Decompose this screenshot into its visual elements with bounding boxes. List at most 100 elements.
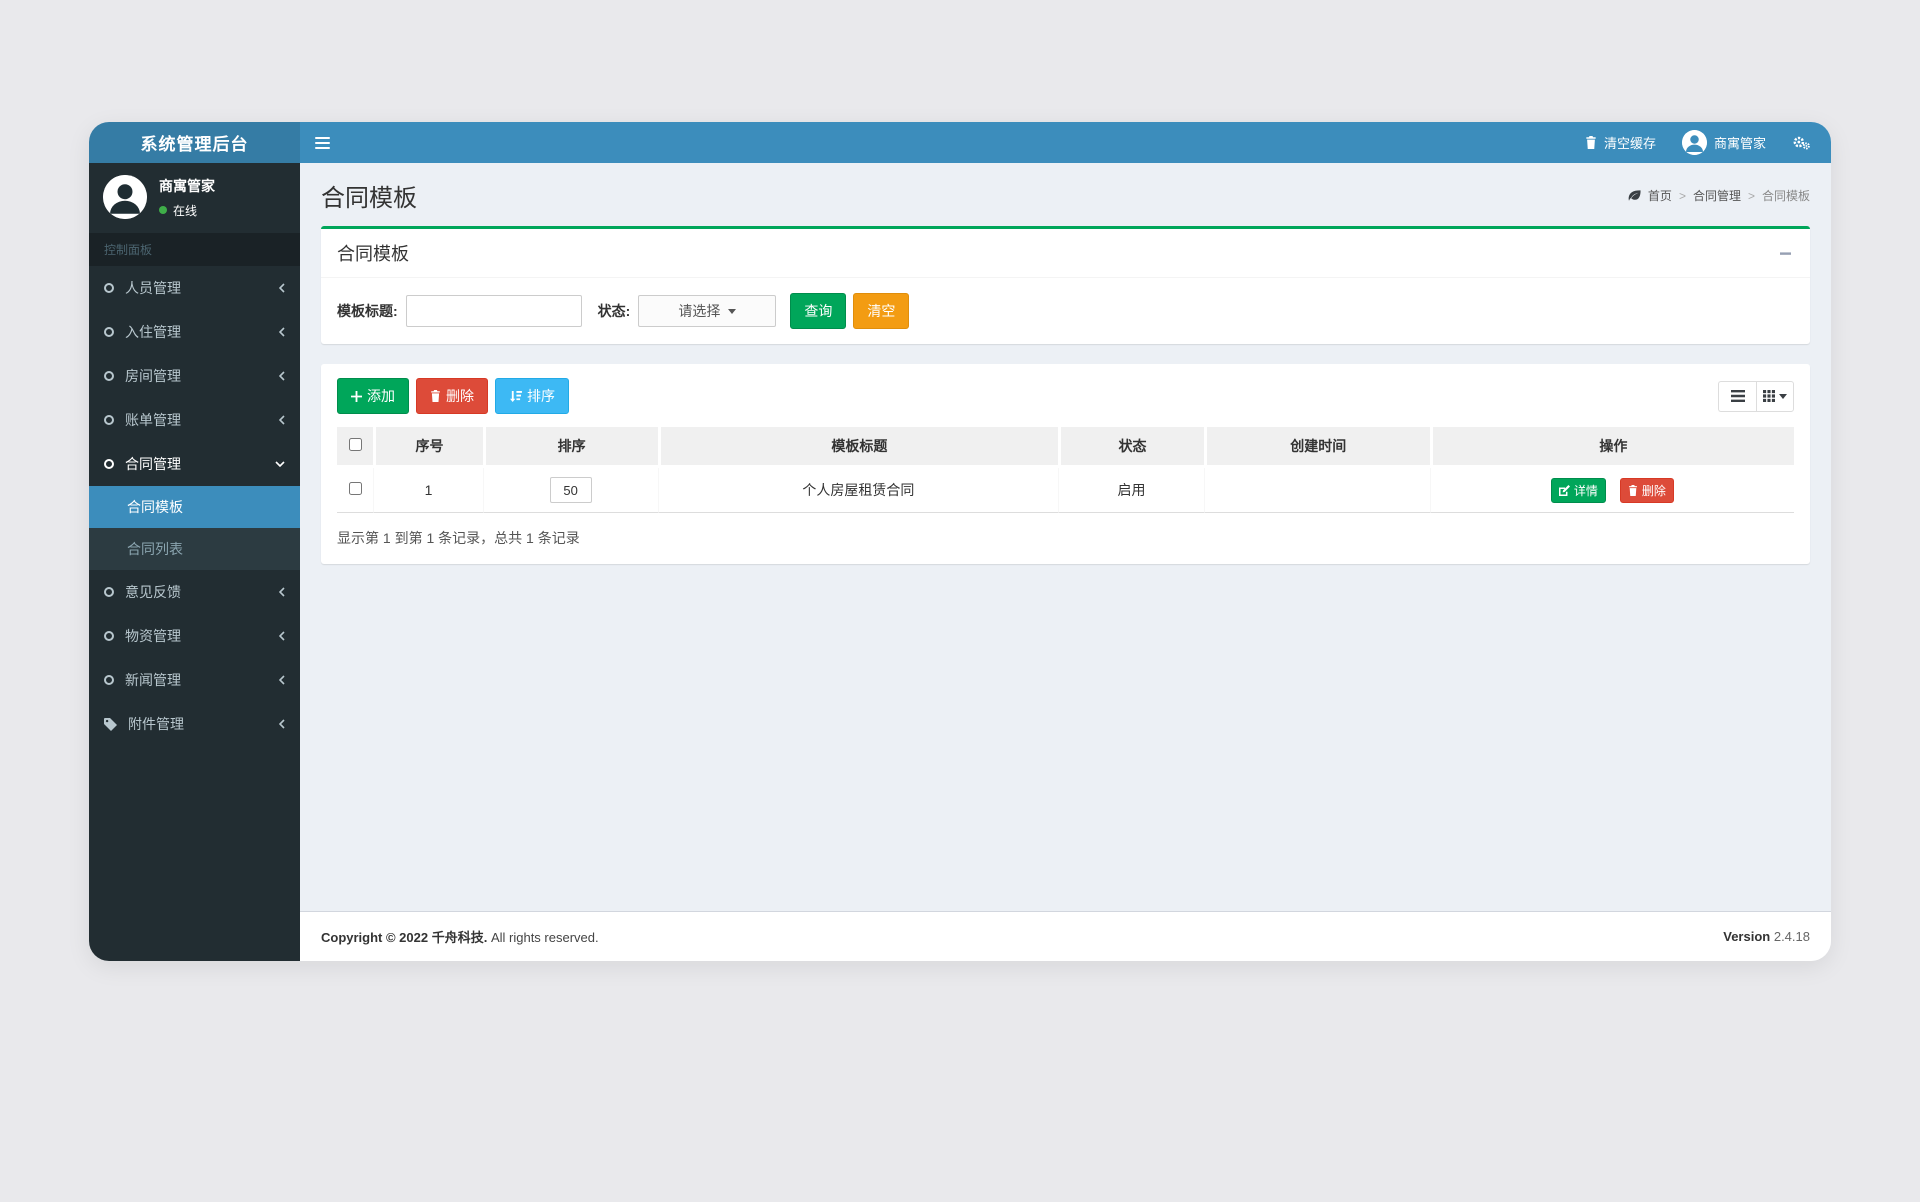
trash-icon [1628, 484, 1638, 496]
column-header-sort: 排序 [482, 427, 658, 468]
chevron-left-icon [279, 327, 285, 337]
chevron-down-icon [275, 461, 285, 467]
sidebar-item-feedback[interactable]: 意见反馈 [89, 570, 300, 614]
add-button[interactable]: 添加 [337, 378, 409, 414]
search-button[interactable]: 查询 [790, 293, 847, 329]
trash-icon [1585, 136, 1597, 149]
caret-down-icon [728, 308, 737, 314]
row-status: 启用 [1058, 468, 1204, 513]
search-panel: 合同模板 模板标题: 状态: 请选择 查询 清空 [321, 226, 1810, 344]
table-header-row: 序号 排序 模板标题 状态 创建时间 操作 [337, 427, 1794, 468]
list-lines-icon [1730, 390, 1745, 402]
row-sort-input[interactable] [549, 477, 592, 503]
record-summary: 显示第 1 到第 1 条记录，总共 1 条记录 [337, 530, 580, 546]
clear-button[interactable]: 清空 [853, 293, 910, 329]
content-header: 合同模板 首页 > 合同管理 > 合同模板 [321, 163, 1810, 226]
search-panel-header: 合同模板 [321, 229, 1810, 278]
list-panel: 添加 删除 排序 序号 排序 模板标题 状态 创建时间 操作 1 50 个人房屋… [321, 364, 1810, 564]
row-template-title: 个人房屋租赁合同 [657, 468, 1059, 513]
sidebar-subitem-contract-template[interactable]: 合同模板 [89, 486, 300, 528]
contracts-submenu: 合同模板 合同列表 [89, 486, 300, 570]
row-index: 1 [373, 468, 483, 513]
sidebar-subitem-contract-list[interactable]: 合同列表 [89, 528, 300, 570]
breadcrumb-current: 合同模板 [1761, 189, 1810, 203]
sidebar-user-panel: 商寓管家 在线 [89, 163, 300, 233]
navbar-right: 清空缓存 商寓管家 [1585, 130, 1831, 155]
sidebar-item-news[interactable]: 新闻管理 [89, 658, 300, 702]
avatar [1681, 130, 1707, 155]
avatar [103, 175, 147, 219]
logo[interactable]: 系统管理后台 [89, 122, 300, 163]
row-created-at [1203, 468, 1430, 513]
breadcrumb-home[interactable]: 首页 [1648, 187, 1672, 204]
footer: Copyright © 2022 千舟科技. All rights reserv… [300, 911, 1831, 961]
contract-template-table: 序号 排序 模板标题 状态 创建时间 操作 1 50 个人房屋租赁合同 启用 详… [337, 427, 1794, 513]
row-checkbox[interactable] [348, 482, 362, 495]
select-all-checkbox[interactable] [348, 438, 362, 451]
sidebar-user-name: 商寓管家 [159, 177, 215, 194]
breadcrumb-separator: > [1678, 188, 1686, 203]
sidebar-item-personnel[interactable]: 人员管理 [89, 266, 300, 310]
breadcrumb-separator: > [1747, 188, 1755, 203]
sidebar-item-rooms[interactable]: 房间管理 [89, 354, 300, 398]
row-delete-button[interactable]: 删除 [1619, 477, 1674, 503]
sidebar-section-header: 控制面板 [89, 233, 300, 266]
sidebar-item-checkin[interactable]: 入住管理 [89, 310, 300, 354]
toggle-pagination-button[interactable] [1718, 380, 1756, 412]
user-status: 在线 [159, 202, 215, 219]
trash-icon [430, 390, 441, 402]
sidebar-item-supplies[interactable]: 物资管理 [89, 614, 300, 658]
version: Version 2.4.18 [1723, 929, 1810, 944]
navbar-user-name: 商寓管家 [1713, 136, 1766, 151]
column-header-created: 创建时间 [1203, 427, 1430, 468]
search-panel-title: 合同模板 [337, 244, 409, 264]
circle-o-icon [104, 459, 114, 469]
sort-amount-icon [509, 390, 522, 402]
delete-button[interactable]: 删除 [416, 378, 488, 414]
search-form: 模板标题: 状态: 请选择 查询 清空 [321, 278, 1810, 344]
settings-button[interactable] [1792, 135, 1811, 150]
chevron-left-icon [279, 719, 285, 729]
chevron-left-icon [279, 371, 285, 381]
chevron-left-icon [279, 283, 285, 293]
columns-dropdown-button[interactable] [1756, 380, 1794, 412]
circle-o-icon [104, 283, 114, 293]
sidebar-item-attachments[interactable]: 附件管理 [89, 702, 300, 746]
circle-o-icon [104, 327, 114, 337]
row-detail-button[interactable]: 详情 [1550, 477, 1606, 503]
top-bar: 系统管理后台 清空缓存 商寓管家 [89, 122, 1831, 163]
breadcrumb-parent[interactable]: 合同管理 [1693, 187, 1741, 204]
sort-button[interactable]: 排序 [495, 378, 569, 414]
caret-down-icon [1779, 393, 1787, 399]
sidebar-item-bills[interactable]: 账单管理 [89, 398, 300, 442]
chevron-left-icon [279, 587, 285, 597]
sidebar-item-contracts[interactable]: 合同管理 [89, 442, 300, 486]
chevron-left-icon [279, 675, 285, 685]
edit-icon [1558, 484, 1570, 496]
status-label: 状态: [597, 303, 631, 319]
plus-icon [351, 390, 362, 402]
copyright: Copyright © 2022 千舟科技. All rights reserv… [321, 927, 599, 946]
circle-o-icon [104, 587, 114, 597]
breadcrumb: 首页 > 合同管理 > 合同模板 [1628, 187, 1810, 204]
page-title: 合同模板 [321, 185, 417, 212]
table-row: 1 个人房屋租赁合同 启用 详情 [337, 468, 1794, 513]
copyright-strong: Copyright © 2022 千舟科技. [321, 930, 488, 945]
version-value: 2.4.18 [1773, 929, 1810, 944]
status-select[interactable]: 请选择 [638, 295, 777, 327]
online-dot-icon [159, 206, 167, 214]
collapse-button[interactable] [1777, 245, 1794, 262]
user-menu[interactable]: 商寓管家 [1681, 130, 1766, 155]
user-status-label: 在线 [173, 203, 198, 218]
chevron-left-icon [279, 631, 285, 641]
template-title-input[interactable] [405, 295, 582, 327]
circle-o-icon [104, 415, 114, 425]
dashboard-leaf-icon [1628, 190, 1641, 201]
table-toolbar: 添加 删除 排序 [337, 378, 1794, 414]
column-header-actions: 操作 [1429, 427, 1794, 468]
gears-icon [1792, 135, 1811, 150]
sidebar-toggle-button[interactable] [300, 122, 345, 163]
content-area: 合同模板 首页 > 合同管理 > 合同模板 合同模板 模板标题: 状态: 请选择… [300, 163, 1831, 911]
chevron-left-icon [279, 415, 285, 425]
clear-cache-button[interactable]: 清空缓存 [1585, 133, 1656, 152]
